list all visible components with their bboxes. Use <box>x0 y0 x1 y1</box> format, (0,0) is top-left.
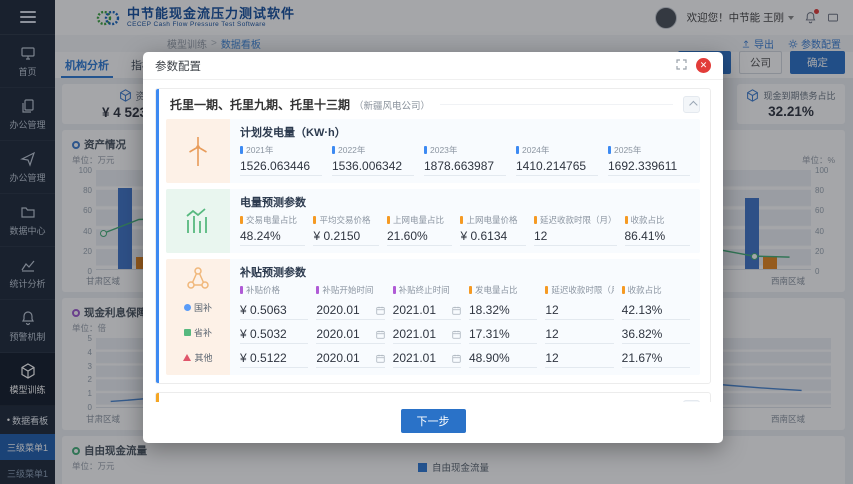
section-company: （新疆风电公司） <box>354 98 430 112</box>
power-value-input[interactable]: 12 <box>534 226 617 246</box>
power-value-input[interactable]: 48.24% <box>240 226 305 246</box>
subsidy-row-national: ¥ 0.5063 2020.01 2021.01 18.32% 12 42.13… <box>240 300 690 320</box>
power-field: 平均交易价格¥ 0.2150 <box>313 214 379 246</box>
maximize-icon <box>676 59 687 70</box>
divider <box>440 104 673 105</box>
row-label-provincial: 省补 <box>166 320 230 345</box>
app-screen: 首页 办公管理 办公管理 数据中心 统计分析 预警机制 模型训练 数据看板 三级… <box>0 0 853 484</box>
power-value-input[interactable]: 21.60% <box>387 226 453 246</box>
project-section-2: 托里二期 （新疆风电公司） <box>155 392 711 402</box>
collection-ratio-input[interactable]: 36.82% <box>622 324 690 344</box>
chevron-up-icon <box>689 100 697 108</box>
expand-button[interactable] <box>683 400 700 402</box>
modal-title: 参数配置 <box>155 58 201 74</box>
subsidy-price-input[interactable]: ¥ 0.5032 <box>240 324 308 344</box>
subsidy-start-date-picker[interactable]: 2020.01 <box>316 348 384 368</box>
year-field: 2022年1536.006342 <box>332 144 414 176</box>
year-field: 2021年1526.063446 <box>240 144 322 176</box>
panel-title: 电量预测参数 <box>240 194 690 210</box>
collection-ratio-input[interactable]: 21.67% <box>622 348 690 368</box>
calendar-icon <box>376 306 385 315</box>
year-field: 2023年1878.663987 <box>424 144 506 176</box>
network-icon <box>185 265 211 291</box>
wind-turbine-icon <box>166 119 230 183</box>
power-value-input[interactable]: ¥ 0.6134 <box>460 226 526 246</box>
planned-generation-panel: 计划发电量（KW·h） 2021年1526.063446 2022年1536.0… <box>166 119 700 183</box>
calendar-icon <box>452 306 461 315</box>
collapse-button[interactable] <box>683 96 700 113</box>
year-value-input[interactable]: 1410.214765 <box>516 156 598 176</box>
power-field: 收款占比86.41% <box>625 214 690 246</box>
collection-ratio-input[interactable]: 42.13% <box>622 300 690 320</box>
generation-ratio-input[interactable]: 48.90% <box>469 348 537 368</box>
delay-months-input[interactable]: 12 <box>545 300 613 320</box>
subsidy-end-date-picker[interactable]: 2021.01 <box>393 324 461 344</box>
year-value-input[interactable]: 1878.663987 <box>424 156 506 176</box>
other-subsidy-icon <box>183 354 191 361</box>
delay-months-input[interactable]: 12 <box>545 324 613 344</box>
section-title: 托里一期、托里九期、托里十三期 <box>170 96 350 113</box>
power-value-input[interactable]: 86.41% <box>625 226 690 246</box>
provincial-subsidy-icon <box>184 329 191 336</box>
subsidy-price-input[interactable]: ¥ 0.5063 <box>240 300 308 320</box>
subsidy-side-column: 国补 省补 其他 <box>166 259 230 375</box>
generation-ratio-input[interactable]: 18.32% <box>469 300 537 320</box>
section-company: （新疆风电公司） <box>222 402 298 403</box>
calendar-icon <box>452 354 461 363</box>
subsidy-end-date-picker[interactable]: 2021.01 <box>393 300 461 320</box>
next-step-button[interactable]: 下一步 <box>401 409 466 433</box>
year-value-input[interactable]: 1536.006342 <box>332 156 414 176</box>
subsidy-row-other: ¥ 0.5122 2020.01 2021.01 48.90% 12 21.67… <box>240 348 690 368</box>
param-config-modal: 参数配置 ✕ 托里一期、托里九期、托里十三期 （新疆风电公司） <box>143 52 723 443</box>
section-accent <box>156 393 159 402</box>
row-label-other: 其他 <box>166 345 230 370</box>
modal-footer: 下一步 <box>143 402 723 443</box>
section-title: 托里二期 <box>170 400 218 402</box>
year-field: 2025年1692.339611 <box>608 144 690 176</box>
power-field: 延迟收款时限（月）12 <box>534 214 617 246</box>
subsidy-start-date-picker[interactable]: 2020.01 <box>316 300 384 320</box>
delay-months-input[interactable]: 12 <box>545 348 613 368</box>
subsidy-header-row: 补贴价格 补贴开始时间 补贴终止时间 发电量占比 延迟收款时限（月） 收款占比 <box>240 284 690 296</box>
panel-title: 补贴预测参数 <box>240 264 690 280</box>
calendar-icon <box>376 330 385 339</box>
power-field: 上网电量价格¥ 0.6134 <box>460 214 526 246</box>
power-value-input[interactable]: ¥ 0.2150 <box>313 226 379 246</box>
row-label-national: 国补 <box>166 295 230 320</box>
year-field: 2024年1410.214765 <box>516 144 598 176</box>
subsidy-row-provincial: ¥ 0.5032 2020.01 2021.01 17.31% 12 36.82… <box>240 324 690 344</box>
subsidy-price-input[interactable]: ¥ 0.5122 <box>240 348 308 368</box>
bar-chart-icon <box>166 189 230 253</box>
subsidy-end-date-picker[interactable]: 2021.01 <box>393 348 461 368</box>
modal-header: 参数配置 ✕ <box>143 52 723 80</box>
subsidy-start-date-picker[interactable]: 2020.01 <box>316 324 384 344</box>
panel-title: 计划发电量（KW·h） <box>240 124 690 140</box>
calendar-icon <box>376 354 385 363</box>
project-section-1: 托里一期、托里九期、托里十三期 （新疆风电公司） 计划发电量（KW·h） <box>155 88 711 384</box>
section-accent <box>156 89 159 383</box>
calendar-icon <box>452 330 461 339</box>
power-forecast-panel: 电量预测参数 交易电量占比48.24% 平均交易价格¥ 0.2150 上网电量占… <box>166 189 700 253</box>
subsidy-forecast-panel: 国补 省补 其他 补贴预测参数 补贴价格 补贴开始时间 补贴终止时间 <box>166 259 700 375</box>
national-subsidy-icon <box>184 304 191 311</box>
generation-ratio-input[interactable]: 17.31% <box>469 324 537 344</box>
close-button[interactable]: ✕ <box>696 58 711 73</box>
year-value-input[interactable]: 1526.063446 <box>240 156 322 176</box>
maximize-button[interactable] <box>676 57 687 75</box>
modal-body: 托里一期、托里九期、托里十三期 （新疆风电公司） 计划发电量（KW·h） <box>143 80 723 402</box>
year-value-input[interactable]: 1692.339611 <box>608 156 690 176</box>
power-field: 交易电量占比48.24% <box>240 214 305 246</box>
power-field: 上网电量占比21.60% <box>387 214 453 246</box>
